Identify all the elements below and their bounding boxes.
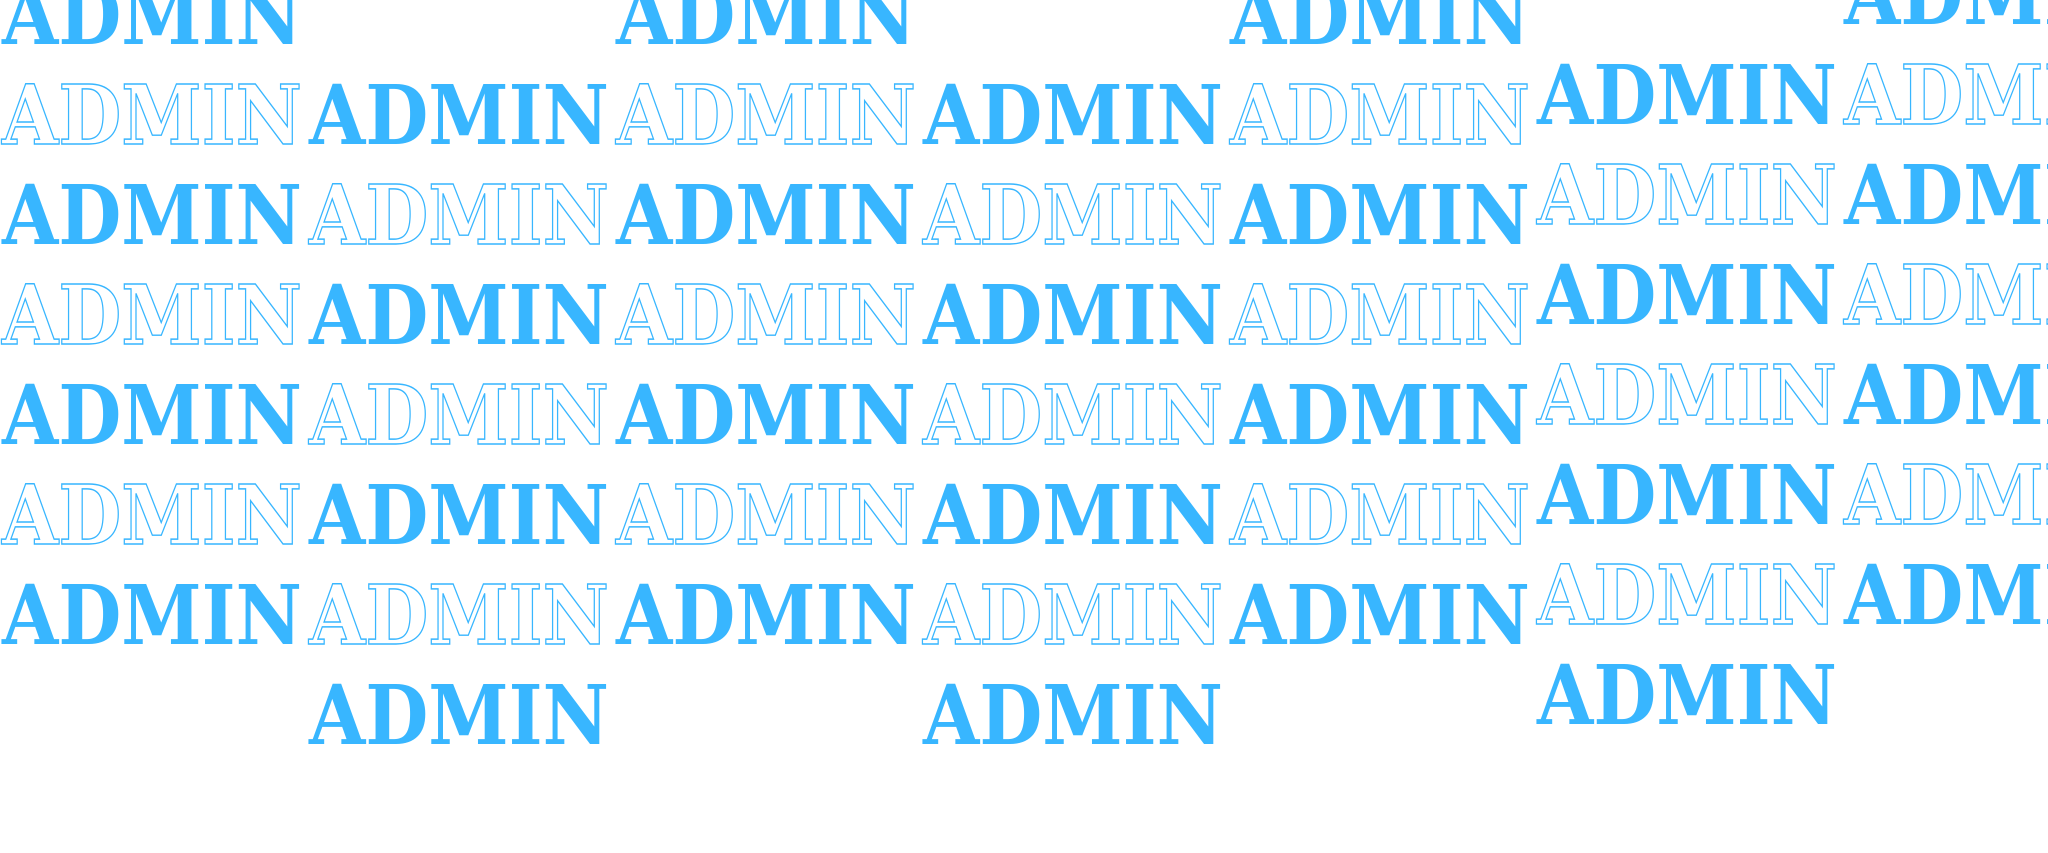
admin-word-text: ADMIN [615,468,916,564]
admin-word-text: ADMIN [1536,248,1837,344]
admin-word-filled: ADMIN [308,468,609,564]
admin-word-text: ADMIN [1843,48,2048,144]
admin-word-outline: ADMIN [1842,247,2048,344]
admin-word-outline: ADMIN [307,367,609,464]
admin-word-outline: ADMIN [0,67,302,164]
admin-word-filled: ADMIN [1536,248,1837,344]
admin-word-filled: ADMIN [1,368,302,464]
admin-word-filled: ADMIN [615,0,916,64]
admin-word-text: ADMIN [1536,348,1837,444]
admin-word-text: ADMIN [1843,248,2048,344]
admin-word-outline: ADMIN [921,167,1223,264]
admin-word-text: ADMIN [1,368,302,464]
admin-word-text: ADMIN [1229,468,1530,564]
admin-word-text: ADMIN [308,168,609,264]
admin-word-filled: ADMIN [922,268,1223,364]
admin-word-text: ADMIN [1229,268,1530,364]
admin-word-outline: ADMIN [1228,67,1530,164]
admin-word-text: ADMIN [922,168,1223,264]
admin-word-filled: ADMIN [1843,148,2048,244]
admin-word-filled: ADMIN [615,568,916,664]
admin-word-text: ADMIN [1843,348,2048,444]
admin-word-text: ADMIN [922,568,1223,664]
admin-word-text: ADMIN [1536,648,1837,744]
admin-word-text: ADMIN [1536,148,1837,244]
admin-word-text: ADMIN [308,368,609,464]
admin-word-text: ADMIN [1229,68,1530,164]
admin-word-filled: ADMIN [922,68,1223,164]
admin-word-text: ADMIN [922,668,1223,764]
admin-word-text: ADMIN [1229,568,1530,664]
admin-word-text: ADMIN [1229,368,1530,464]
admin-word-outline: ADMIN [1228,267,1530,364]
admin-word-filled: ADMIN [1,168,302,264]
admin-word-outline: ADMIN [614,467,916,564]
admin-word-outline: ADMIN [614,67,916,164]
admin-word-text: ADMIN [922,468,1223,564]
admin-word-text: ADMIN [1,568,302,664]
admin-word-text: ADMIN [1229,168,1530,264]
admin-word-filled: ADMIN [1843,548,2048,644]
admin-word-outline: ADMIN [614,267,916,364]
admin-word-pattern: ADMIN ADMIN ADMIN ADMIN ADMIN ADMIN ADMIN ADMIN… [0,0,2048,853]
admin-word-text: ADMIN [922,268,1223,364]
admin-word-filled: ADMIN [1229,568,1530,664]
admin-word-outline: ADMIN [1535,547,1837,644]
admin-word-outline: ADMIN [1228,467,1530,564]
admin-word-text: ADMIN [308,68,609,164]
admin-word-text: ADMIN [308,568,609,664]
admin-word-outline: ADMIN [307,567,609,664]
admin-word-filled: ADMIN [1229,0,1530,64]
admin-word-text: ADMIN [1843,148,2048,244]
admin-word-text: ADMIN [1536,548,1837,644]
admin-word-filled: ADMIN [1536,448,1837,544]
admin-word-text: ADMIN [1229,0,1530,64]
admin-word-outline: ADMIN [1535,147,1837,244]
admin-word-outline: ADMIN [1842,47,2048,144]
admin-word-text: ADMIN [1843,548,2048,644]
admin-word-outline: ADMIN [921,567,1223,664]
admin-word-text: ADMIN [615,268,916,364]
admin-word-filled: ADMIN [308,268,609,364]
admin-word-filled: ADMIN [1,0,302,64]
admin-word-outline: ADMIN [1842,447,2048,544]
admin-word-filled: ADMIN [922,468,1223,564]
admin-word-filled: ADMIN [308,668,609,764]
admin-word-filled: ADMIN [1229,168,1530,264]
admin-word-text: ADMIN [308,268,609,364]
admin-word-text: ADMIN [1,68,302,164]
admin-word-outline: ADMIN [307,167,609,264]
admin-word-text: ADMIN [308,668,609,764]
admin-word-filled: ADMIN [922,668,1223,764]
admin-word-text: ADMIN [615,68,916,164]
admin-word-filled: ADMIN [615,168,916,264]
admin-word-text: ADMIN [615,368,916,464]
admin-word-text: ADMIN [615,0,916,64]
admin-word-filled: ADMIN [615,368,916,464]
admin-word-outline: ADMIN [921,367,1223,464]
admin-word-filled: ADMIN [1843,348,2048,444]
admin-word-text: ADMIN [1,0,302,64]
admin-word-outline: ADMIN [1535,347,1837,444]
admin-word-filled: ADMIN [308,68,609,164]
admin-word-filled: ADMIN [1536,648,1837,744]
admin-word-text: ADMIN [1536,448,1837,544]
admin-word-text: ADMIN [615,568,916,664]
admin-word-text: ADMIN [922,368,1223,464]
admin-word-filled: ADMIN [1229,368,1530,464]
admin-word-text: ADMIN [1843,448,2048,544]
admin-word-text: ADMIN [1,468,302,564]
admin-word-filled: ADMIN [1843,0,2048,44]
admin-word-outline: ADMIN [0,267,302,364]
admin-word-text: ADMIN [308,468,609,564]
admin-word-text: ADMIN [1843,0,2048,44]
admin-word-text: ADMIN [1536,48,1837,144]
admin-word-filled: ADMIN [1,568,302,664]
admin-word-text: ADMIN [1,168,302,264]
admin-word-outline: ADMIN [0,467,302,564]
admin-word-text: ADMIN [615,168,916,264]
admin-word-text: ADMIN [922,68,1223,164]
admin-word-text: ADMIN [1,268,302,364]
admin-word-filled: ADMIN [1536,48,1837,144]
